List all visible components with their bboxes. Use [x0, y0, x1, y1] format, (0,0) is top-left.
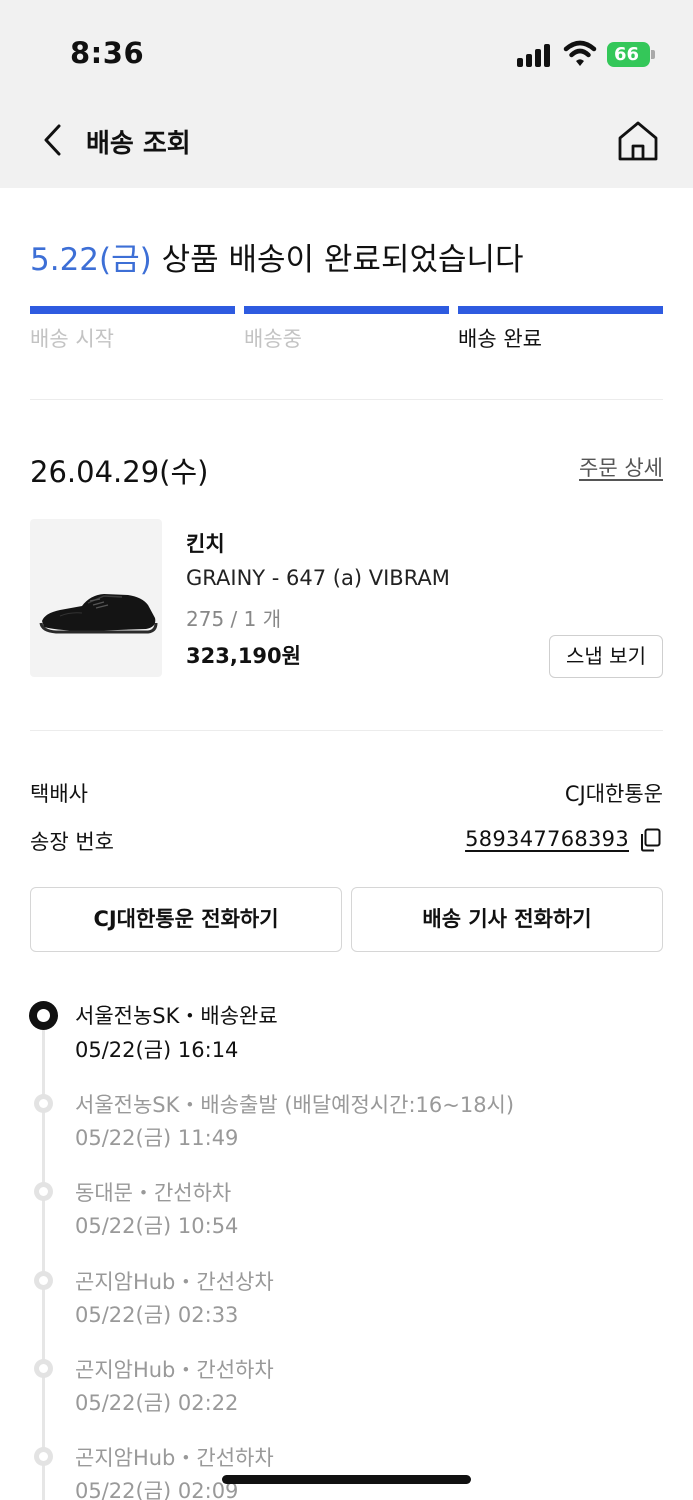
timeline-time: 05/22(금) 11:49: [75, 1126, 239, 1150]
delivery-message: 상품 배송이 완료되었습니다: [161, 242, 524, 278]
timeline-dot: [34, 1094, 53, 1113]
home-icon[interactable]: [616, 119, 660, 163]
tracking-label: 송장 번호: [30, 830, 114, 854]
battery-icon: 66: [607, 42, 655, 67]
timeline-title: 곤지암Hub・간선하차: [75, 1358, 274, 1382]
progress-segment-transit: [244, 306, 449, 314]
timeline-title: 곤지암Hub・간선하차: [75, 1446, 274, 1470]
page-title: 배송 조회: [86, 129, 191, 159]
home-indicator[interactable]: [222, 1475, 471, 1484]
product-image[interactable]: [30, 519, 162, 677]
timeline-time: 05/22(금) 10:54: [75, 1214, 239, 1238]
shoe-image: [39, 594, 158, 634]
battery-level: 66: [607, 42, 650, 67]
top-bar: 8:36 66 배송 조회: [0, 0, 693, 188]
step-label-start: 배송 시작: [30, 327, 114, 351]
delivery-headline: 5.22(금) 상품 배송이 완료되었습니다: [30, 234, 524, 279]
timeline-title: 동대문・간선하차: [75, 1181, 232, 1205]
timeline-dot: [34, 1359, 53, 1378]
timeline-time: 05/22(금) 02:09: [75, 1479, 239, 1500]
timeline-dot: [34, 1271, 53, 1290]
timeline-time: 05/22(금) 02:33: [75, 1303, 239, 1327]
call-courier-button[interactable]: CJ대한통운 전화하기: [30, 887, 342, 952]
product-brand: 킨치: [186, 532, 225, 556]
step-label-complete: 배송 완료: [458, 327, 542, 351]
timeline-time: 05/22(금) 02:22: [75, 1391, 239, 1415]
progress-segment-start: [30, 306, 235, 314]
product-option: 275 / 1 개: [186, 607, 282, 631]
product-price: 323,190원: [186, 644, 301, 668]
timeline-title: 서울전농SK・배송완료: [75, 1004, 278, 1028]
timeline-dot-current: [29, 1001, 58, 1030]
order-date: 26.04.29(수): [30, 455, 209, 489]
step-label-transit: 배송중: [244, 327, 302, 351]
courier-value: CJ대한통운: [564, 782, 663, 806]
progress-segment-complete: [458, 306, 663, 314]
timeline-title: 곤지암Hub・간선상차: [75, 1270, 274, 1294]
timeline-dot: [34, 1182, 53, 1201]
call-driver-button[interactable]: 배송 기사 전화하기: [351, 887, 663, 952]
timeline-line: [42, 1020, 45, 1500]
snap-view-button[interactable]: 스냅 보기: [549, 635, 663, 678]
wifi-icon: [563, 40, 597, 66]
signal-icon: [517, 43, 553, 67]
divider: [30, 399, 663, 400]
delivery-date: 5.22(금): [30, 242, 152, 278]
timeline-time: 05/22(금) 16:14: [75, 1038, 239, 1062]
back-arrow-icon[interactable]: [38, 122, 68, 158]
timeline-title: 서울전농SK・배송출발 (배달예정시간:16~18시): [75, 1093, 515, 1117]
order-detail-link[interactable]: 주문 상세: [579, 452, 663, 482]
divider: [30, 730, 663, 731]
timeline-dot: [34, 1447, 53, 1466]
product-name[interactable]: GRAINY - 647 (a) VIBRAM: [186, 566, 450, 590]
copy-icon[interactable]: [639, 828, 661, 852]
status-time: 8:36: [70, 36, 145, 70]
delivery-progress-bar: [30, 306, 663, 314]
tracking-number[interactable]: 589347768393: [465, 827, 629, 851]
courier-label: 택배사: [30, 782, 88, 806]
